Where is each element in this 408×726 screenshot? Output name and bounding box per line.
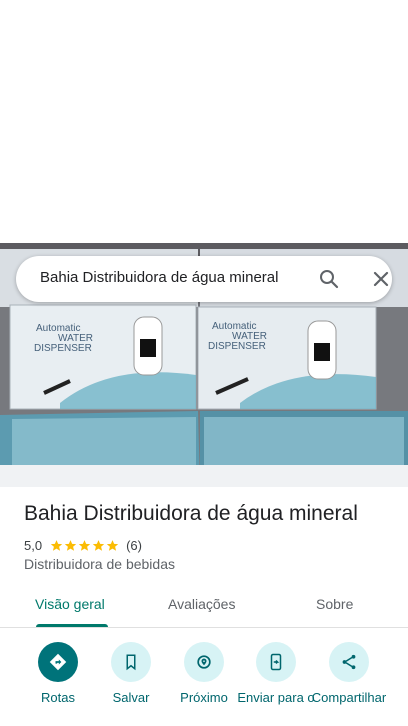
search-bar[interactable]: Bahia Distribuidora de água mineral <box>16 256 392 302</box>
box-text-3: DISPENSER <box>34 343 92 354</box>
star-icon <box>78 539 91 551</box>
send-to-phone-button[interactable]: Enviar para o <box>236 640 316 705</box>
tab-reviews[interactable]: Avaliações <box>168 596 235 612</box>
action-bar: Rotas Salvar Próximo Enviar para o Compa… <box>0 640 408 726</box>
close-icon[interactable] <box>369 267 393 291</box>
place-title: Bahia Distribuidora de água mineral <box>24 502 358 525</box>
active-tab-indicator <box>36 624 108 627</box>
nearby-button[interactable]: Próximo <box>164 640 244 705</box>
nearby-label: Próximo <box>180 690 228 705</box>
send-to-phone-label: Enviar para o <box>237 690 315 705</box>
directions-button[interactable]: Rotas <box>18 640 98 705</box>
review-count[interactable]: (6) <box>126 538 142 553</box>
send-to-phone-icon <box>270 653 282 671</box>
nearby-icon <box>197 655 211 669</box>
share-label: Compartilhar <box>311 690 387 705</box>
directions-icon <box>49 653 67 671</box>
search-input[interactable]: Bahia Distribuidora de água mineral <box>40 269 278 286</box>
tab-bar: Visão geral Avaliações Sobre <box>0 584 408 628</box>
star-icon <box>106 539 119 551</box>
map-area-blank <box>0 0 408 243</box>
star-icon <box>64 539 77 551</box>
tab-overview[interactable]: Visão geral <box>35 596 105 612</box>
box-text-6: DISPENSER <box>208 341 266 352</box>
search-icon[interactable] <box>317 267 341 291</box>
star-icon <box>92 539 105 551</box>
bookmark-icon <box>126 654 136 671</box>
directions-label: Rotas <box>41 690 75 705</box>
rating-row[interactable]: 5,0 (6) <box>24 536 142 554</box>
star-rating <box>50 539 120 552</box>
share-button[interactable]: Compartilhar <box>309 640 389 705</box>
place-category: Distribuidora de bebidas <box>24 556 175 572</box>
tab-about[interactable]: Sobre <box>316 596 353 612</box>
rating-value: 5,0 <box>24 537 43 553</box>
save-label: Salvar <box>112 690 150 705</box>
save-button[interactable]: Salvar <box>91 640 171 705</box>
star-icon <box>50 539 63 551</box>
share-icon <box>342 654 356 670</box>
